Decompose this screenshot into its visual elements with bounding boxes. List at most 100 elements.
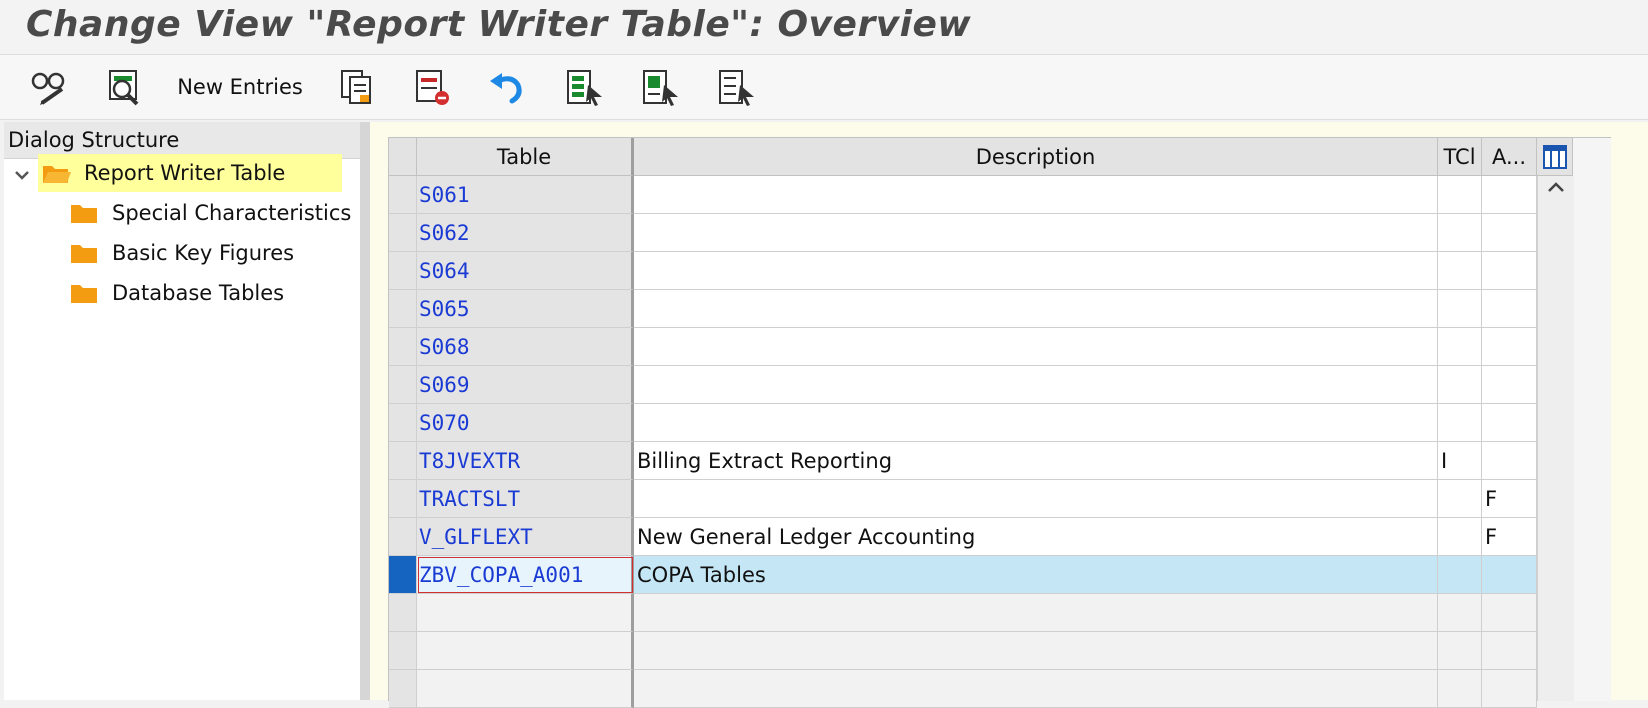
row-selector[interactable] [389,176,417,214]
cell-table[interactable]: T8JVEXTR [417,442,634,480]
cell-table[interactable]: S069 [417,366,634,404]
cell-description[interactable] [634,176,1438,214]
cell-table[interactable] [417,594,634,632]
cell-tcl[interactable] [1438,480,1482,518]
cell-table[interactable] [417,632,634,670]
row-selector[interactable] [389,366,417,404]
cell-tcl[interactable]: I [1438,442,1482,480]
cell-table[interactable]: S064 [417,252,634,290]
cell-description[interactable]: New General Ledger Accounting [634,518,1438,556]
cell-table[interactable]: S061 [417,176,634,214]
cell-a[interactable] [1482,594,1537,632]
scroll-up-icon[interactable] [1538,176,1574,200]
cell-description[interactable] [634,632,1438,670]
cell-tcl[interactable] [1438,328,1482,366]
cell-description[interactable] [634,290,1438,328]
cell-table[interactable]: V_GLFLEXT [417,518,634,556]
cell-tcl[interactable] [1438,176,1482,214]
row-selector[interactable] [389,442,417,480]
cell-table[interactable]: S068 [417,328,634,366]
copy-as-icon[interactable] [334,65,378,109]
table-row[interactable]: ZBV_COPA_A001 COPA Tables [389,556,1573,594]
chevron-down-icon[interactable] [12,165,32,185]
row-selector[interactable] [389,518,417,556]
cell-a[interactable] [1482,176,1537,214]
cell-tcl[interactable] [1438,670,1482,708]
cell-a[interactable] [1482,328,1537,366]
select-all-icon[interactable] [562,65,606,109]
table-row[interactable]: S061 [389,176,1573,214]
tree-item-report-writer-table[interactable]: Report Writer Table [38,154,342,192]
cell-table[interactable] [417,670,634,708]
row-selector[interactable] [389,252,417,290]
cell-tcl[interactable] [1438,404,1482,442]
cell-description[interactable] [634,670,1438,708]
table-row[interactable]: S068 [389,328,1573,366]
table-row[interactable] [389,632,1573,670]
new-entries-button[interactable]: New Entries [176,65,304,109]
table-row[interactable]: S070 [389,404,1573,442]
cell-table[interactable]: TRACTSLT [417,480,634,518]
cell-tcl[interactable] [1438,214,1482,252]
cell-description[interactable] [634,366,1438,404]
cell-a[interactable] [1482,366,1537,404]
cell-table[interactable]: S070 [417,404,634,442]
table-row[interactable]: S064 [389,252,1573,290]
cell-a[interactable] [1482,556,1537,594]
column-header-table[interactable]: Table [417,138,634,176]
display-change-icon[interactable] [26,65,70,109]
cell-description[interactable] [634,252,1438,290]
table-row[interactable] [389,594,1573,632]
cell-a[interactable] [1482,442,1537,480]
table-row[interactable]: S062 [389,214,1573,252]
cell-description[interactable] [634,594,1438,632]
delete-icon[interactable] [410,65,454,109]
column-header-a[interactable]: A... [1482,138,1537,176]
tree-item-special-characteristics[interactable]: Special Characteristics [70,194,360,232]
cell-tcl[interactable] [1438,290,1482,328]
cell-description[interactable]: COPA Tables [634,556,1438,594]
tree-item-basic-key-figures[interactable]: Basic Key Figures [70,234,360,272]
undo-icon[interactable] [484,65,528,109]
cell-a[interactable] [1482,670,1537,708]
row-selector[interactable] [389,480,417,518]
row-selector[interactable] [389,290,417,328]
cell-table[interactable]: S062 [417,214,634,252]
column-header-description[interactable]: Description [634,138,1438,176]
panel-splitter[interactable] [360,122,370,700]
cell-table[interactable]: ZBV_COPA_A001 [417,556,634,594]
cell-a[interactable] [1482,290,1537,328]
cell-table[interactable]: S065 [417,290,634,328]
column-settings-button[interactable] [1537,138,1573,176]
search-details-icon[interactable] [102,65,146,109]
cell-description[interactable] [634,480,1438,518]
cell-description[interactable]: Billing Extract Reporting [634,442,1438,480]
row-selector[interactable] [389,670,417,708]
cell-a[interactable] [1482,404,1537,442]
deselect-all-icon[interactable] [714,65,758,109]
cell-a[interactable] [1482,214,1537,252]
cell-description[interactable] [634,214,1438,252]
cell-tcl[interactable] [1438,556,1482,594]
column-settings-icon[interactable] [1542,144,1568,170]
row-selector[interactable] [389,594,417,632]
cell-tcl[interactable] [1438,518,1482,556]
cell-a[interactable]: F [1482,480,1537,518]
cell-tcl[interactable] [1438,594,1482,632]
cell-a[interactable] [1482,252,1537,290]
row-selector[interactable] [389,632,417,670]
cell-tcl[interactable] [1438,252,1482,290]
table-row[interactable] [389,670,1573,708]
table-row[interactable]: S069 [389,366,1573,404]
row-selector[interactable] [389,214,417,252]
table-row[interactable]: S065 [389,290,1573,328]
table-row[interactable]: V_GLFLEXT New General Ledger Accounting F [389,518,1573,556]
table-row[interactable]: T8JVEXTR Billing Extract Reporting I [389,442,1573,480]
vertical-scrollbar[interactable] [1537,176,1574,701]
cell-a[interactable]: F [1482,518,1537,556]
row-selector[interactable] [389,328,417,366]
cell-tcl[interactable] [1438,366,1482,404]
row-selector[interactable] [389,556,417,594]
select-all-column-header[interactable] [389,138,417,176]
cell-tcl[interactable] [1438,632,1482,670]
